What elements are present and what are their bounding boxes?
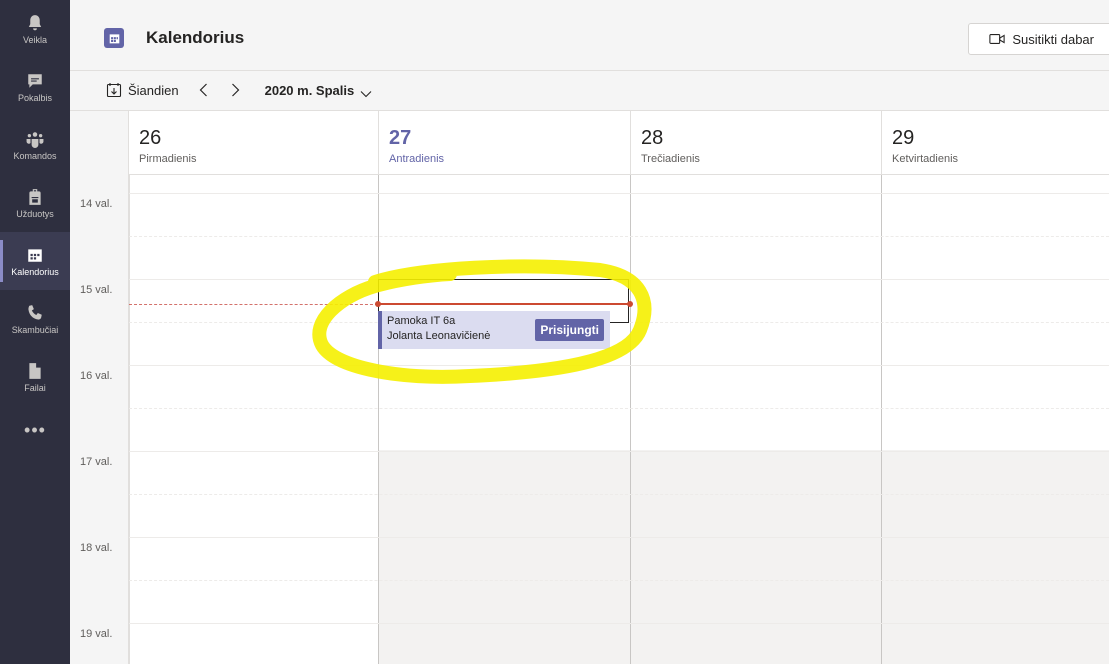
hour-line	[129, 537, 1109, 538]
day-name: Trečiadienis	[641, 153, 700, 165]
current-time-line-today	[378, 303, 631, 305]
current-time-dot	[627, 301, 633, 307]
day-number: 27	[389, 127, 412, 149]
hour-line	[129, 623, 1109, 624]
backpack-icon	[29, 188, 41, 205]
day-column-mon[interactable]	[129, 175, 379, 664]
rail-item-failai[interactable]: Failai	[0, 348, 70, 406]
meeting-event[interactable]: Pamoka IT 6a Jolanta Leonavičienė Prisij…	[378, 311, 610, 349]
page-title: Kalendorius	[146, 28, 245, 47]
rail-label: Kalendorius	[11, 266, 59, 277]
chevron-down-icon[interactable]	[360, 86, 372, 98]
teams-icon	[26, 131, 44, 148]
month-picker[interactable]: 2020 m. Spalis	[265, 83, 355, 98]
rail-label: Pokalbis	[17, 92, 53, 103]
time-label-18: 18 val.	[80, 542, 113, 554]
rail-label: Skambučiai	[11, 324, 59, 335]
day-column-wed[interactable]	[630, 175, 881, 664]
hour-line	[129, 365, 1109, 366]
day-name: Pirmadienis	[139, 153, 197, 165]
meet-now-label: Susitikti dabar	[1012, 31, 1094, 47]
day-header-mon[interactable]: 26 Pirmadienis	[129, 111, 378, 175]
today-icon[interactable]	[106, 82, 122, 98]
time-label-17: 17 val.	[80, 456, 113, 468]
join-button[interactable]: Prisijungti	[535, 319, 604, 341]
day-header-thu[interactable]: 29 Ketvirtadienis	[881, 111, 1109, 175]
day-number: 26	[139, 127, 162, 149]
day-column-tue[interactable]	[378, 175, 630, 664]
meet-now-button[interactable]: Susitikti dabar	[968, 23, 1109, 55]
rail-item-kalendorius[interactable]: Kalendorius	[0, 232, 70, 290]
rail-label: Komandos	[13, 150, 57, 161]
video-camera-icon	[989, 34, 1005, 44]
rail-item-komandos[interactable]: Komandos	[0, 116, 70, 174]
day-number: 29	[892, 127, 915, 149]
time-label-15: 15 val.	[80, 284, 113, 296]
next-week-button[interactable]	[231, 83, 243, 97]
half-hour-line	[129, 408, 1109, 409]
rail-label: Užduotys	[16, 208, 54, 219]
rail-label: Failai	[24, 382, 46, 393]
day-name: Antradienis	[389, 153, 445, 165]
time-label-14: 14 val.	[80, 198, 113, 210]
file-icon	[29, 362, 41, 379]
bell-icon	[28, 14, 42, 30]
calendar-toolbar: Šiandien 2020 m. Spalis	[70, 70, 1109, 110]
hour-line	[129, 451, 1109, 452]
chat-icon	[28, 73, 42, 88]
chevron-left-icon	[199, 83, 207, 97]
calendar-icon	[28, 248, 42, 262]
day-number: 28	[641, 127, 664, 149]
rail-label: Veikla	[22, 34, 48, 45]
hour-line	[129, 193, 1109, 194]
time-label-19: 19 val.	[80, 628, 113, 640]
day-column-thu[interactable]	[881, 175, 1109, 664]
more-apps-icon[interactable]: •••	[24, 420, 46, 441]
day-header-wed[interactable]: 28 Trečiadienis	[630, 111, 881, 175]
rail-item-veikla[interactable]: Veikla	[0, 0, 70, 58]
phone-icon	[28, 304, 42, 320]
day-name: Ketvirtadienis	[892, 153, 959, 165]
previous-week-button[interactable]	[199, 83, 211, 97]
time-label-16: 16 val.	[80, 370, 113, 382]
time-gutter	[70, 111, 129, 664]
calendar-app-icon	[104, 28, 124, 48]
current-time-dot	[375, 301, 381, 307]
half-hour-line	[129, 494, 1109, 495]
current-time-line	[129, 304, 378, 305]
page-header: Kalendorius Susitikti dabar	[70, 0, 1109, 71]
rail-item-pokalbis[interactable]: Pokalbis	[0, 58, 70, 116]
half-hour-line	[129, 580, 1109, 581]
chevron-right-icon	[231, 83, 239, 97]
today-button[interactable]: Šiandien	[128, 83, 179, 98]
half-hour-line	[129, 236, 1109, 237]
rail-item-uzduotys[interactable]: Užduotys	[0, 174, 70, 232]
app-rail: Veikla Pokalbis Komandos Užduotys Kalend…	[0, 0, 70, 664]
day-header-tue[interactable]: 27 Antradienis	[378, 111, 630, 175]
rail-item-skambuciai[interactable]: Skambučiai	[0, 290, 70, 348]
calendar-grid: 26 Pirmadienis 27 Antradienis 28 Trečiad…	[70, 110, 1109, 664]
